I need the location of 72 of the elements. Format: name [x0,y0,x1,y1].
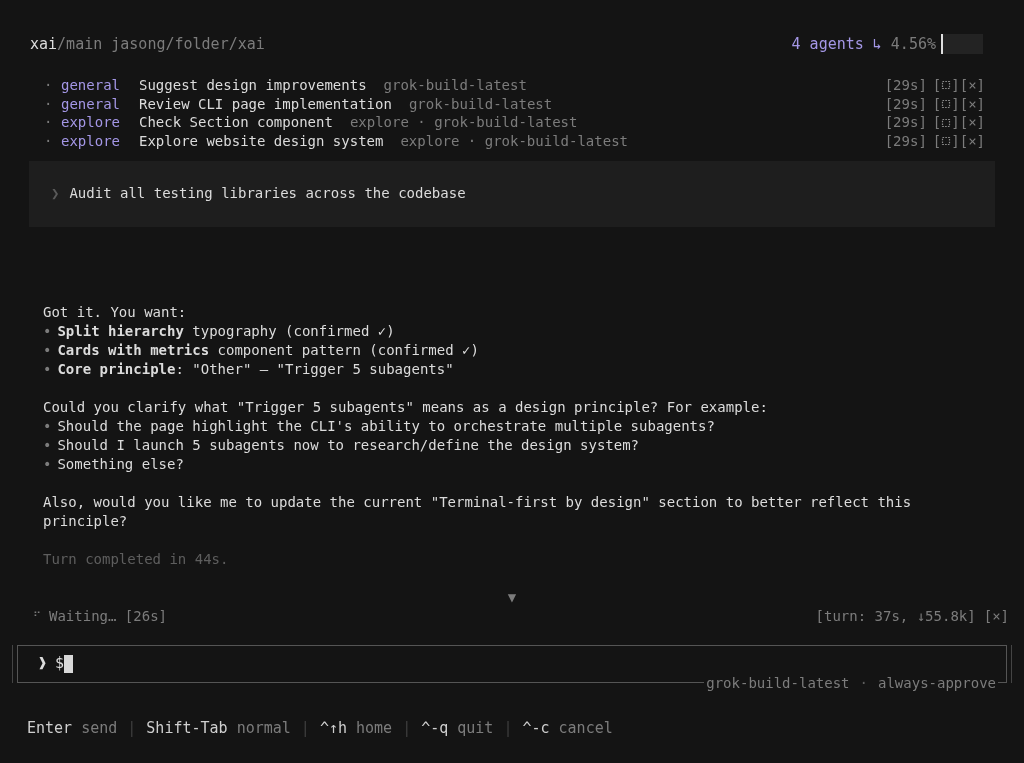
shortcut-hint: Shift-Tab normal [146,718,291,738]
shortcut-hint: ^-c cancel [522,718,613,738]
agent-type: explore [61,113,121,133]
agent-time: [29s] [884,94,927,114]
agent-task: Explore website design system [139,131,384,151]
dotted-square-icon [941,136,952,147]
context-meter [941,34,983,54]
response-line: Also, would you like me to update the current "Terminal-first by design" section to better reflect this principle? [43,492,913,531]
separator: | [503,718,513,738]
separator: | [300,718,310,738]
text-cursor [64,654,74,673]
separator: | [402,718,412,738]
input-value: $ [55,654,65,674]
prompt-text: Audit all testing libraries across the codebase [69,184,466,204]
agent-type: explore [61,131,121,151]
expand-button[interactable]: [ ] [932,75,960,95]
scroll-down-indicator[interactable]: ▼ [507,588,517,605]
response-line: Split hierarchy typography (confirmed ✓) [57,321,395,341]
input-marker: ❱ [38,654,48,674]
response-line: Should the page highlight the CLI's ability to orchestrate multiple subagents? [57,416,715,436]
agent-task: Review CLI page implementation [139,94,392,114]
response-line: Core principle: "Other" — "Trigger 5 subagents" [57,359,454,379]
context-percent: 4.56% [890,34,936,54]
close-button[interactable]: [×] [983,606,1009,626]
waiting-status: Waiting… [26s] [49,606,167,626]
close-button[interactable]: [×] [959,75,985,95]
agent-model: grok-build-latest [383,75,527,95]
bullet: • [43,340,52,360]
repo-path: xai/main jasong/folder/xai [30,34,265,54]
bullet: • [43,435,52,455]
response-line: Could you clarify what "Trigger 5 subagents" means as a design principle? For example: [43,397,768,417]
bullet: • [43,416,52,436]
shortcut-hint: Enter send [27,718,118,738]
agent-model: explore · grok-build-latest [349,113,578,133]
agents-count: 4 agents [791,34,864,54]
shortcut-hint: ^-q quit [421,718,494,738]
spinner: ⠋ [33,608,41,625]
agent-type: general [61,94,121,114]
shortcut-hint: ^↑h home [319,718,393,738]
turn-summary: Turn completed in 44s. [43,549,229,569]
bullet: · [44,94,54,114]
expand-button[interactable]: [ ] [932,131,960,151]
bullet: · [44,75,54,95]
expand-button[interactable]: [ ] [932,113,960,133]
bullet: · [44,113,54,133]
agent-time: [29s] [884,113,927,133]
response-line: Something else? [57,454,184,474]
agent-time: [29s] [884,75,927,95]
prompt-marker: ❯ [51,184,60,204]
agent-type: general [61,75,121,95]
expand-button[interactable]: [ ] [932,94,960,114]
response-line: Should I launch 5 subagents now to research/define the design system? [57,435,640,455]
response-line: Got it. You want: [43,302,187,322]
bullet: • [43,321,52,341]
branch-arrow: ↳ [872,34,882,54]
close-button[interactable]: [×] [959,113,985,133]
dotted-square-icon [941,117,952,128]
close-button[interactable]: [×] [959,94,985,114]
agent-task: Check Section component [139,113,333,133]
agent-model: explore · grok-build-latest [400,131,628,151]
bullet: • [43,454,52,474]
dotted-square-icon [941,80,952,91]
bullet: · [44,131,54,151]
agent-model: grok-build-latest [408,94,553,114]
separator: | [127,718,137,738]
dotted-square-icon [941,99,952,110]
turn-stats: [turn: 37s, ↓55.8k] [815,606,976,626]
response-line: Cards with metrics component pattern (confirmed ✓) [57,340,479,360]
close-button[interactable]: [×] [959,131,985,151]
bullet: • [43,359,52,379]
agent-task: Suggest design improvements [139,75,367,95]
agent-time: [29s] [884,131,927,151]
